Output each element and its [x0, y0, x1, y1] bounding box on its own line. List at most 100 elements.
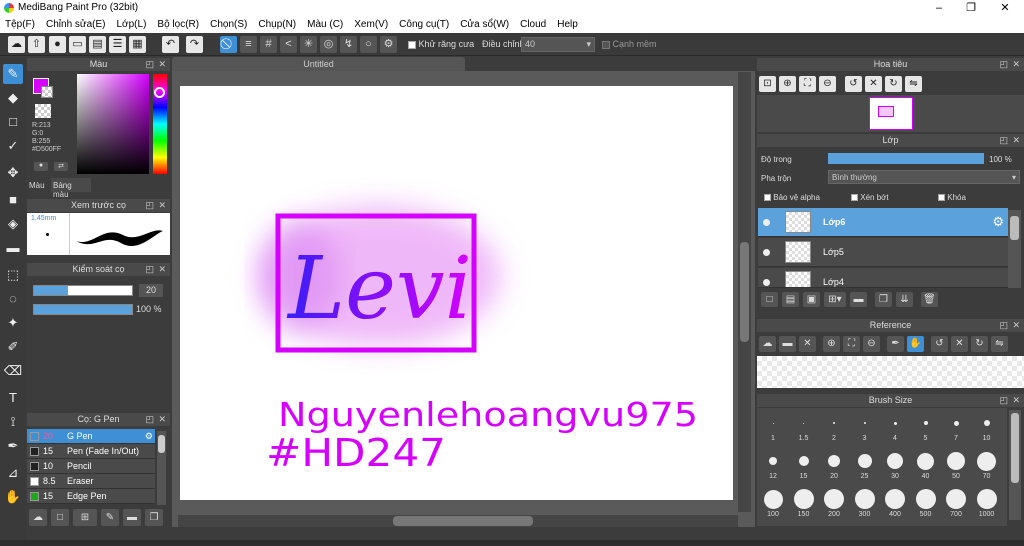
- gear-icon[interactable]: ⚙: [992, 214, 1004, 230]
- hand-icon[interactable]: ✋: [907, 336, 924, 352]
- zoom-out-icon[interactable]: ⊖: [819, 76, 836, 92]
- canvas[interactable]: Levi Nguyenlehoangvu975 #HD247: [180, 86, 733, 500]
- eyedropper-icon[interactable]: ✒: [887, 336, 904, 352]
- close-icon[interactable]: ✕: [158, 58, 166, 71]
- add-layer-menu-icon[interactable]: ⊞▾: [824, 292, 846, 307]
- brush-tool-icon[interactable]: ✎: [3, 64, 23, 84]
- menu-item[interactable]: Xem(V): [354, 19, 388, 30]
- brush-size-cell[interactable]: 12: [758, 446, 788, 483]
- select-eraser-icon[interactable]: ⌫: [3, 361, 23, 381]
- close-icon[interactable]: ✕: [158, 413, 166, 426]
- lock-checkbox[interactable]: Khóa: [938, 193, 966, 202]
- cloud-icon[interactable]: ☁: [8, 36, 25, 53]
- eyedropper-tool-icon[interactable]: ✒: [3, 436, 23, 456]
- blend-mode-select[interactable]: Bình thường ▾: [828, 170, 1020, 184]
- visibility-eye-icon[interactable]: [763, 219, 770, 226]
- snap-radial-icon[interactable]: ✳: [300, 36, 317, 53]
- scroll-thumb[interactable]: [158, 435, 165, 453]
- visibility-eye-icon[interactable]: [763, 249, 770, 256]
- menu-item[interactable]: Công cụ(T): [399, 19, 449, 30]
- menu-item[interactable]: Lớp(L): [117, 19, 147, 30]
- close-reference-icon[interactable]: ✕: [799, 336, 816, 352]
- minimize-button[interactable]: –: [924, 0, 954, 16]
- brush-size-cell[interactable]: 50: [941, 446, 971, 483]
- brush-item[interactable]: 15 Edge Pen: [27, 489, 155, 504]
- hue-handle[interactable]: [154, 87, 165, 98]
- reference-image-area[interactable]: [757, 356, 1024, 388]
- brush-size-cell[interactable]: 30: [880, 446, 910, 483]
- brush-settings-icon[interactable]: ✎: [101, 509, 119, 526]
- layer-opacity-slider[interactable]: [828, 153, 984, 164]
- comment-icon[interactable]: ●: [49, 36, 66, 53]
- scroll-thumb[interactable]: [740, 242, 749, 342]
- fit-window-icon[interactable]: ⛶: [843, 336, 860, 352]
- snap-curve-icon[interactable]: ↯: [340, 36, 357, 53]
- merge-layer-icon[interactable]: ⇊: [896, 292, 913, 307]
- undock-icon[interactable]: ◰: [999, 319, 1008, 332]
- brush-list-scrollbar[interactable]: [157, 431, 166, 505]
- zoom-in-icon[interactable]: ⊕: [823, 336, 840, 352]
- new-8bit-layer-icon[interactable]: ▣: [803, 292, 820, 307]
- brush-size-cell[interactable]: 150: [789, 484, 819, 521]
- canvas-hscroll[interactable]: [178, 515, 738, 527]
- fit-window-icon[interactable]: ⛶: [799, 76, 816, 92]
- layer-scrollbar[interactable]: [1008, 210, 1021, 288]
- line-tool-icon[interactable]: ✓: [3, 136, 23, 156]
- new-halftone-layer-icon[interactable]: ▤: [782, 292, 799, 307]
- brush-item[interactable]: 20 G Pen ⚙: [27, 429, 155, 444]
- cloud-icon[interactable]: ☁: [759, 336, 776, 352]
- flip-icon[interactable]: ⇋: [991, 336, 1008, 352]
- restore-button[interactable]: ❐: [956, 0, 986, 16]
- brush-size-cell[interactable]: 70: [972, 446, 1002, 483]
- brush-size-cell[interactable]: 20: [819, 446, 849, 483]
- brush-size-cell[interactable]: 7: [941, 408, 971, 445]
- menu-item[interactable]: Tệp(F): [5, 19, 35, 30]
- close-icon[interactable]: ✕: [158, 199, 166, 212]
- brush-size-cell[interactable]: 1: [758, 408, 788, 445]
- menu-item[interactable]: Chụp(N): [258, 19, 296, 30]
- brush-size-cell[interactable]: 1000: [972, 484, 1002, 521]
- menu-item[interactable]: Bộ lọc(R): [157, 19, 199, 30]
- undock-icon[interactable]: ◰: [145, 413, 154, 426]
- rotate-right-icon[interactable]: ↻: [885, 76, 902, 92]
- rotate-reset-icon[interactable]: ✕: [865, 76, 882, 92]
- brush-size-cell[interactable]: 10: [972, 408, 1002, 445]
- close-icon[interactable]: ✕: [1012, 134, 1020, 147]
- rotate-right-icon[interactable]: ↻: [971, 336, 988, 352]
- menu-item[interactable]: Chỉnh sửa(E): [46, 19, 106, 30]
- soft-edge-checkbox[interactable]: Cạnh mềm: [602, 39, 657, 49]
- visibility-eye-icon[interactable]: [763, 279, 770, 286]
- snap-perspective-icon[interactable]: <: [280, 36, 297, 53]
- clipping-checkbox[interactable]: Xén bớt: [851, 193, 889, 202]
- rotate-reset-icon[interactable]: ✕: [951, 336, 968, 352]
- layer-row[interactable]: Lớp6 ⚙: [758, 208, 1008, 237]
- hand-tool-icon[interactable]: ✋: [3, 487, 23, 507]
- undock-icon[interactable]: ◰: [145, 263, 154, 276]
- divide-tool-icon[interactable]: ⟟: [3, 412, 23, 432]
- list-icon[interactable]: ☰: [109, 36, 126, 53]
- lasso-tool-icon[interactable]: ◌: [3, 289, 23, 309]
- brush-size-cell[interactable]: 1.5: [789, 408, 819, 445]
- color-add-icon[interactable]: ●: [34, 162, 48, 171]
- antialias-checkbox[interactable]: Khử răng cưa: [408, 39, 474, 49]
- grid-icon[interactable]: ▦: [129, 36, 146, 53]
- brush-size-cell[interactable]: 400: [880, 484, 910, 521]
- snap-off-icon[interactable]: ⃠: [220, 36, 237, 53]
- menu-item[interactable]: Cửa sổ(W): [460, 19, 509, 30]
- color-swap-icon[interactable]: ⇄: [54, 162, 68, 171]
- close-icon[interactable]: ✕: [1012, 58, 1020, 71]
- tab-palette[interactable]: Bảng màu: [51, 178, 91, 199]
- menu-item[interactable]: Chọn(S): [210, 19, 247, 30]
- save-icon[interactable]: ⇧: [28, 36, 45, 53]
- close-icon[interactable]: ✕: [1012, 319, 1020, 332]
- brush-size-cell[interactable]: 3: [850, 408, 880, 445]
- gear-icon[interactable]: ⚙: [145, 429, 153, 444]
- close-icon[interactable]: ✕: [158, 263, 166, 276]
- layer-row[interactable]: Lớp5: [758, 238, 1008, 267]
- brush-size-cell[interactable]: 700: [941, 484, 971, 521]
- scroll-thumb[interactable]: [393, 516, 533, 526]
- magic-wand-icon[interactable]: ✦: [3, 313, 23, 333]
- zoom-in-icon[interactable]: ⊕: [779, 76, 796, 92]
- layer-row[interactable]: Lớp4: [758, 268, 1008, 288]
- undock-icon[interactable]: ◰: [145, 58, 154, 71]
